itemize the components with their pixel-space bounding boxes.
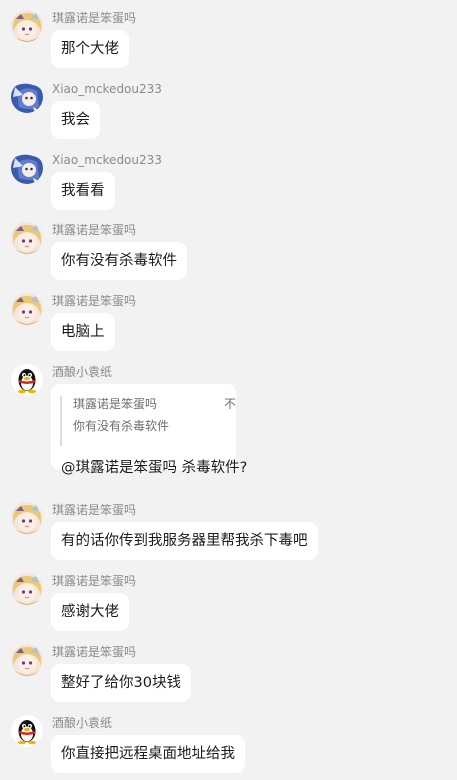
sender-name[interactable]: Xiao_mckedou233 (52, 81, 162, 97)
sender-name[interactable]: Xiao_mckedou233 (52, 152, 162, 168)
penguin-avatar[interactable] (11, 715, 43, 747)
message-bubble[interactable]: 整好了给你30块钱 (51, 664, 191, 702)
message-bubble[interactable]: 有的话你传到我服务器里帮我杀下毒吧 (51, 522, 318, 560)
sender-name[interactable]: 琪露诺是笨蛋吗 (52, 293, 136, 309)
sender-name[interactable]: 酒酿小袁纸 (52, 364, 112, 380)
anime-blue-avatar[interactable] (11, 81, 43, 113)
sender-name[interactable]: 琪露诺是笨蛋吗 (52, 573, 136, 589)
sender-name[interactable]: 琪露诺是笨蛋吗 (52, 10, 136, 26)
reply-message-bubble[interactable]: 琪露诺是笨蛋吗 不 你有没有杀毒软件 @琪露诺是笨蛋吗 杀毒软件? (51, 384, 247, 476)
sender-name[interactable]: 琪露诺是笨蛋吗 (52, 502, 136, 518)
message-bubble[interactable]: 感谢大佬 (51, 593, 129, 631)
reply-text: @琪露诺是笨蛋吗 杀毒软件? (61, 460, 248, 476)
anime-girl-avatar[interactable] (11, 502, 43, 534)
anime-girl-avatar[interactable] (11, 293, 43, 325)
message-bubble[interactable]: 你直接把远程桌面地址给我 (51, 735, 245, 773)
anime-blue-avatar[interactable] (11, 152, 43, 184)
anime-girl-avatar[interactable] (11, 222, 43, 254)
message-bubble[interactable]: 那个大佬 (51, 30, 129, 68)
message-bubble[interactable]: 电脑上 (51, 313, 115, 351)
sender-name[interactable]: 琪露诺是笨蛋吗 (52, 644, 136, 660)
quoted-sender-name: 琪露诺是笨蛋吗 (73, 397, 158, 411)
chat-message-list[interactable]: 琪露诺是笨蛋吗 那个大佬 Xiao_mckedou233 我会 Xiao_mck… (0, 0, 457, 780)
message-bubble[interactable]: 我会 (51, 101, 100, 139)
quoted-message[interactable]: 琪露诺是笨蛋吗 不 你有没有杀毒软件 (60, 396, 238, 446)
penguin-avatar[interactable] (11, 364, 43, 396)
sender-name[interactable]: 酒酿小袁纸 (52, 715, 112, 731)
anime-girl-avatar[interactable] (11, 644, 43, 676)
anime-girl-avatar[interactable] (11, 10, 43, 42)
quoted-flag: 不 (224, 397, 237, 411)
sender-name[interactable]: 琪露诺是笨蛋吗 (52, 222, 136, 238)
message-bubble[interactable]: 你有没有杀毒软件 (51, 242, 187, 280)
message-bubble[interactable]: 我看看 (51, 172, 115, 210)
anime-girl-avatar[interactable] (11, 573, 43, 605)
quoted-text: 你有没有杀毒软件 (73, 419, 170, 433)
